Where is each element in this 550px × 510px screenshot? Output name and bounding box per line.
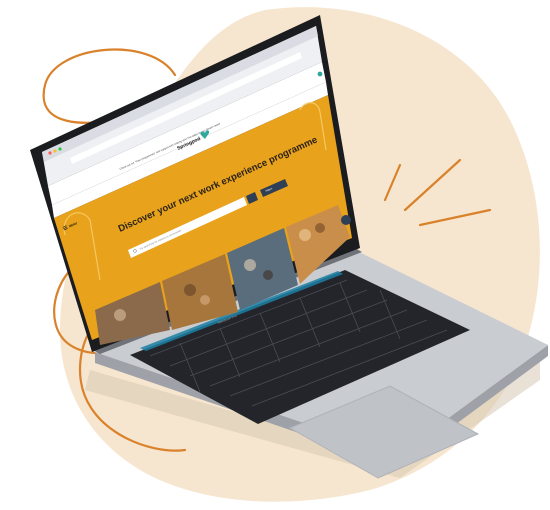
user-avatar-icon[interactable]	[317, 71, 323, 77]
chat-bubble-icon[interactable]	[341, 215, 351, 225]
window-min-dot[interactable]	[53, 149, 57, 153]
laptop-illustration: Check out our "Free programmes" and supp…	[0, 0, 550, 510]
window-max-dot[interactable]	[58, 147, 62, 151]
window-close-dot[interactable]	[48, 151, 52, 155]
